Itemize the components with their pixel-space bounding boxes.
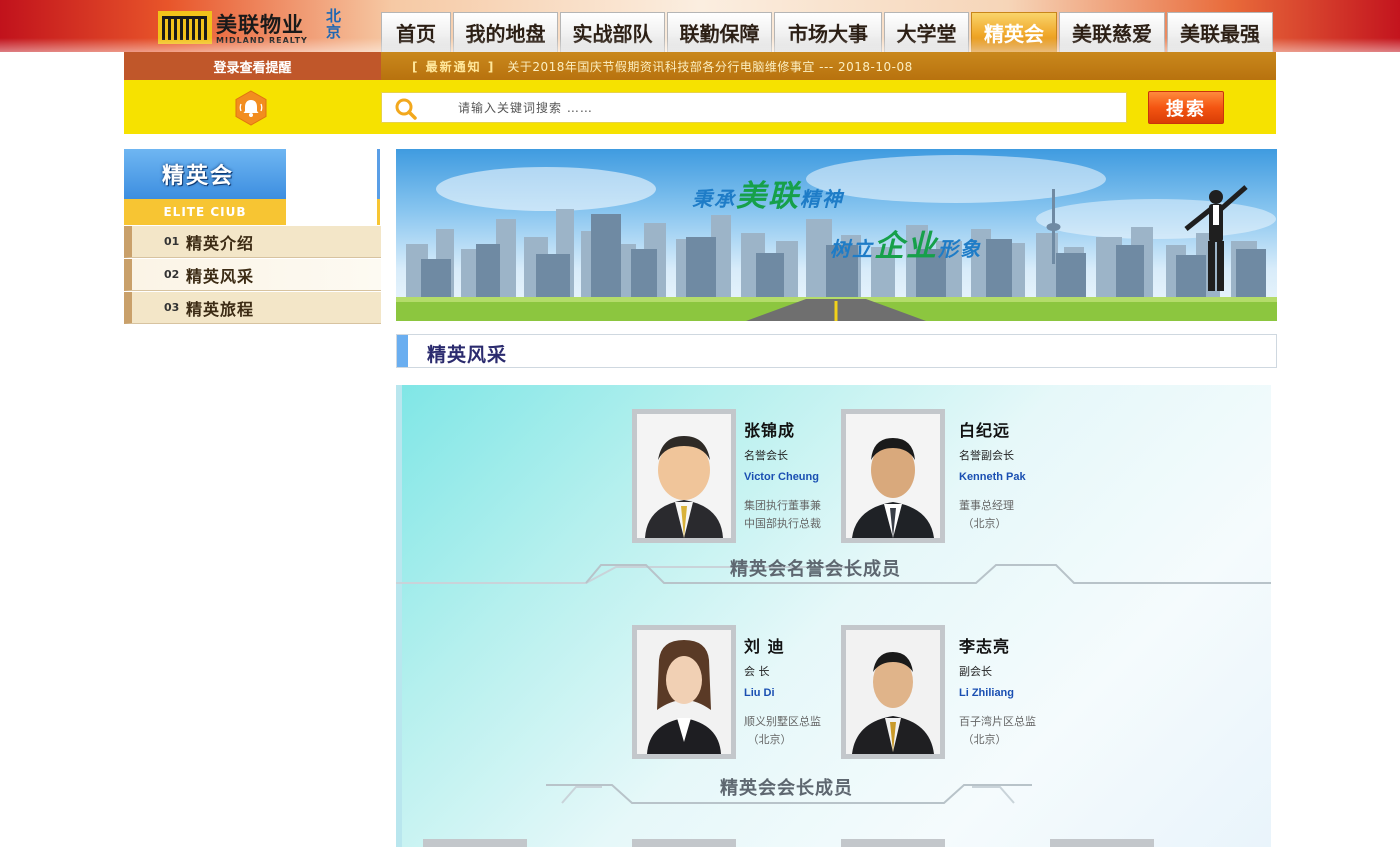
sidebar-item-number: 03 [164, 301, 180, 314]
member-description: 集团执行董事兼 中国部执行总裁 [744, 499, 821, 530]
banner-slogan-part: 秉承 [692, 187, 736, 211]
notice-label: [ 最新通知 ] [412, 59, 496, 74]
bell-icon[interactable] [234, 90, 268, 126]
member-name: 李志亮 [959, 637, 1011, 656]
banner-slogan-line2: 树立企业形象 [830, 221, 982, 265]
sidebar-title-block: 精英会 [124, 149, 286, 199]
nav-item-combat-team[interactable]: 实战部队 [560, 12, 665, 52]
nav-item-home[interactable]: 首页 [381, 12, 451, 52]
section-title: 精英风采 [427, 344, 508, 366]
search-icon [395, 98, 417, 120]
group-label: 精英会名誉会长成员 [730, 559, 901, 580]
member-photo-frame [841, 625, 945, 759]
banner-slogan-highlight: 美联 [736, 179, 800, 214]
sidebar-item-label: 精英介绍 [186, 233, 255, 253]
nav-item-logistics[interactable]: 联勤保障 [667, 12, 772, 52]
member-description: 顺义别墅区总监 （北京） [744, 715, 821, 746]
search-input[interactable] [458, 97, 1098, 119]
member-photo [637, 414, 731, 538]
sidebar: 精英会 ELITE CIUB 01 精英介绍 02 精英风采 03 精英旅程 [124, 149, 381, 324]
search-box [381, 92, 1127, 123]
member-card[interactable]: 李志亮 副会长 Li Zhiliang 百子湾片区总监 （北京） [841, 625, 1271, 761]
member-photo [637, 630, 731, 754]
member-role: 会 长 [744, 665, 770, 678]
notice-text[interactable]: 关于2018年国庆节假期资讯科技部各分行电脑维修事宜 --- 2018-10-0… [507, 58, 912, 75]
sidebar-subheader: ELITE CIUB [124, 199, 381, 225]
sidebar-item-label: 精英旅程 [186, 299, 255, 319]
member-name: 白纪远 [959, 421, 1011, 440]
sidebar-header-divider [377, 149, 380, 199]
top-header: 美联物业 MIDLAND REALTY 北京 首页 我的地盘 实战部队 联勤保障… [0, 0, 1400, 52]
member-photo-frame [423, 839, 527, 847]
section-header: 精英风采 [396, 334, 1277, 368]
login-reminder-button[interactable]: 登录查看提醒 [124, 52, 381, 80]
nav-item-charity[interactable]: 美联慈爱 [1059, 12, 1165, 52]
member-role: 名誉会长 [744, 449, 788, 462]
search-button[interactable]: 搜索 [1148, 91, 1224, 124]
sidebar-item-elite-style[interactable]: 02 精英风采 [124, 259, 381, 291]
member-card[interactable]: 白纪远 名誉副会长 Kenneth Pak 董事总经理 （北京） [841, 409, 1271, 545]
member-photo-frame [841, 409, 945, 543]
member-english-name: Kenneth Pak [959, 471, 1026, 483]
member-photo-frame [632, 625, 736, 759]
member-english-name: Victor Cheung [744, 471, 819, 483]
nav-item-my-area[interactable]: 我的地盘 [453, 12, 558, 52]
member-description: 董事总经理 （北京） [959, 499, 1014, 530]
sidebar-title: 精英会 [162, 164, 235, 189]
logo-english-text: MIDLAND REALTY [216, 36, 308, 45]
logo-chinese-text: 美联物业 [216, 13, 304, 37]
nav-item-elite-club[interactable]: 精英会 [971, 12, 1057, 52]
sidebar-header: 精英会 [124, 149, 381, 199]
banner-slogan-part: 树立 [830, 237, 874, 261]
midland-logo-mark-icon [158, 11, 212, 44]
member-role: 副会长 [959, 665, 992, 678]
nav-item-market-events[interactable]: 市场大事 [774, 12, 882, 52]
nav-item-academy[interactable]: 大学堂 [884, 12, 969, 52]
search-bar: 搜索 [124, 80, 1276, 134]
member-photo [846, 630, 940, 754]
sidebar-item-label: 精英风采 [186, 266, 255, 286]
member-name: 张锦成 [744, 421, 796, 440]
midland-logo[interactable]: 美联物业 MIDLAND REALTY 北京 [158, 8, 348, 48]
banner-slogan-part: 精神 [800, 187, 844, 211]
latest-notice[interactable]: [ 最新通知 ] 关于2018年国庆节假期资讯科技部各分行电脑维修事宜 --- … [412, 52, 913, 80]
member-photo-frame [632, 409, 736, 543]
member-photo [846, 414, 940, 538]
member-photo-frame [841, 839, 945, 847]
member-photo-frame [632, 839, 736, 847]
nav-item-strongest[interactable]: 美联最强 [1167, 12, 1273, 52]
member-english-name: Liu Di [744, 687, 775, 699]
sidebar-subheader-divider [377, 199, 380, 225]
logo-city-text: 北京 [326, 7, 342, 41]
sidebar-item-number: 01 [164, 235, 180, 248]
member-photo-frame [1050, 839, 1154, 847]
member-description: 百子湾片区总监 （北京） [959, 715, 1036, 746]
member-english-name: Li Zhiliang [959, 687, 1014, 699]
sidebar-item-elite-journey[interactable]: 03 精英旅程 [124, 292, 381, 324]
member-name: 刘 迪 [744, 637, 785, 656]
banner-slogan-part: 形象 [938, 237, 982, 261]
member-role: 名誉副会长 [959, 449, 1014, 462]
hero-banner: 秉承美联精神 树立企业形象 [396, 149, 1277, 321]
banner-slogan-line1: 秉承美联精神 [692, 171, 844, 215]
group-label: 精英会会长成员 [720, 778, 853, 799]
section-header-accent [397, 335, 408, 367]
notice-bar: 登录查看提醒 [ 最新通知 ] 关于2018年国庆节假期资讯科技部各分行电脑维修… [124, 52, 1276, 80]
sidebar-subtitle: ELITE CIUB [124, 199, 286, 225]
main-nav: 首页 我的地盘 实战部队 联勤保障 市场大事 大学堂 精英会 美联慈爱 美联最强 [381, 12, 1275, 52]
sidebar-item-elite-intro[interactable]: 01 精英介绍 [124, 226, 381, 258]
banner-slogan-highlight: 企业 [874, 229, 938, 264]
members-panel: 张锦成 名誉会长 Victor Cheung 集团执行董事兼 中国部执行总裁 白… [396, 385, 1271, 847]
sidebar-item-number: 02 [164, 268, 180, 281]
